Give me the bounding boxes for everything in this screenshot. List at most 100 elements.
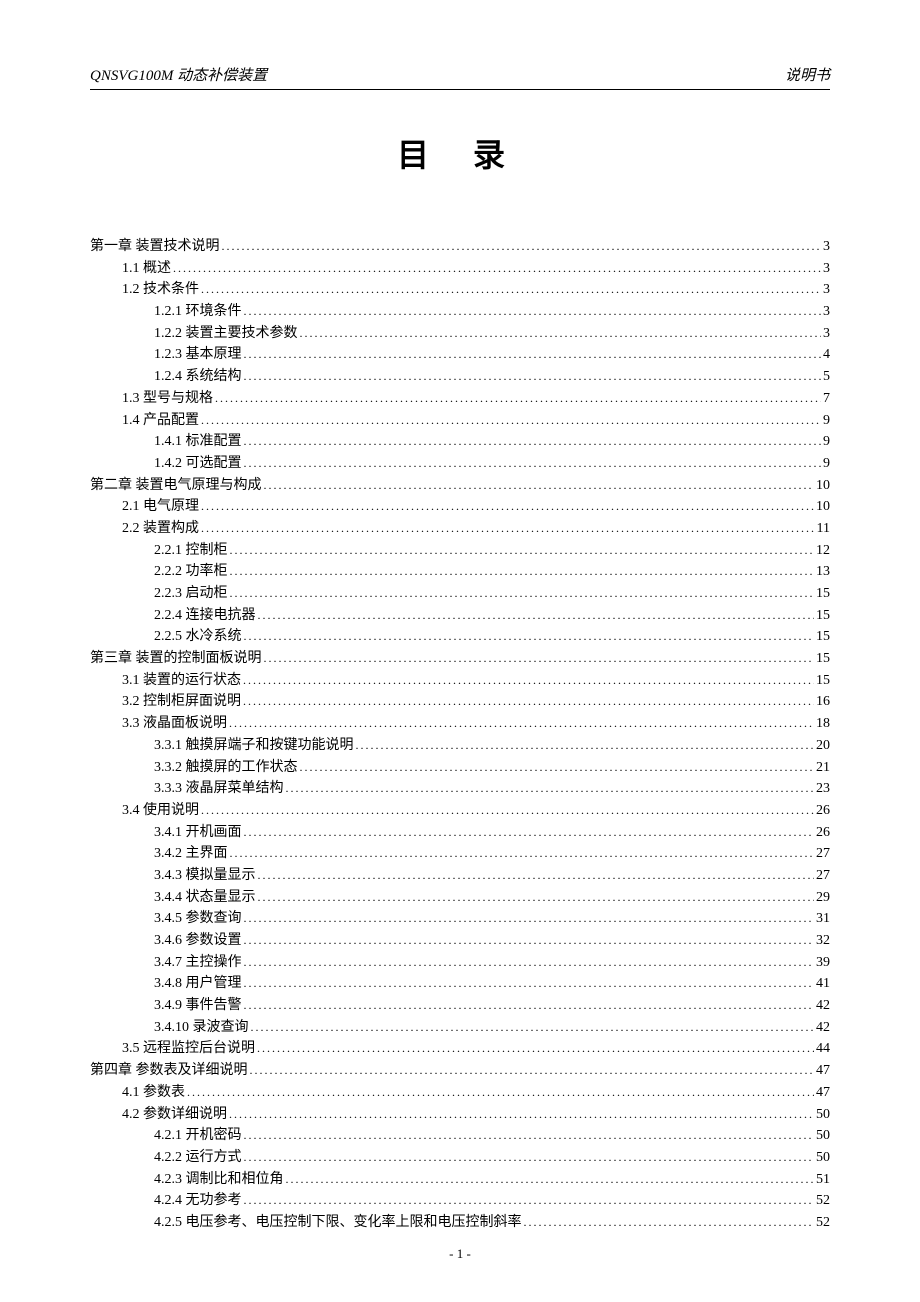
toc-entry[interactable]: 3.4.3 模拟量显示27 bbox=[90, 865, 830, 887]
toc-entry[interactable]: 2.2.2 功率柜13 bbox=[90, 561, 830, 583]
toc-leader bbox=[201, 410, 821, 432]
toc-entry[interactable]: 1.4 产品配置9 bbox=[90, 410, 830, 432]
toc-entry[interactable]: 3.3.1 触摸屏端子和按键功能说明20 bbox=[90, 735, 830, 757]
toc-leader bbox=[356, 735, 815, 757]
toc-entry[interactable]: 1.4.2 可选配置9 bbox=[90, 453, 830, 475]
toc-leader bbox=[244, 626, 815, 648]
toc-page-number: 15 bbox=[816, 583, 830, 605]
toc-entry[interactable]: 4.2.3 调制比和相位角51 bbox=[90, 1169, 830, 1191]
toc-entry[interactable]: 3.4.5 参数查询31 bbox=[90, 908, 830, 930]
toc-page-number: 10 bbox=[816, 496, 830, 518]
toc-page-number: 5 bbox=[823, 366, 830, 388]
toc-entry[interactable]: 2.2.1 控制柜12 bbox=[90, 540, 830, 562]
toc-entry[interactable]: 2.1 电气原理10 bbox=[90, 496, 830, 518]
toc-label: 3.3 液晶面板说明 bbox=[122, 713, 227, 735]
toc-label: 4.2.3 调制比和相位角 bbox=[154, 1169, 284, 1191]
toc-leader bbox=[230, 540, 815, 562]
toc-entry[interactable]: 3.4.7 主控操作39 bbox=[90, 952, 830, 974]
toc-entry[interactable]: 1.2.4 系统结构5 bbox=[90, 366, 830, 388]
toc-entry[interactable]: 2.2 装置构成11 bbox=[90, 518, 830, 540]
toc-entry[interactable]: 2.2.5 水冷系统15 bbox=[90, 626, 830, 648]
toc-label: 3.3.3 液晶屏菜单结构 bbox=[154, 778, 284, 800]
toc-label: 2.2 装置构成 bbox=[122, 518, 199, 540]
toc-entry[interactable]: 3.4.10 录波查询42 bbox=[90, 1017, 830, 1039]
toc-leader bbox=[257, 1038, 814, 1060]
toc-entry[interactable]: 3.4.4 状态量显示 29 bbox=[90, 887, 830, 909]
toc-entry[interactable]: 3.2 控制柜屏面说明16 bbox=[90, 691, 830, 713]
toc-entry[interactable]: 3.3 液晶面板说明18 bbox=[90, 713, 830, 735]
toc-page-number: 9 bbox=[823, 431, 830, 453]
toc-entry[interactable]: 3.4.1 开机画面26 bbox=[90, 822, 830, 844]
toc-leader bbox=[244, 301, 822, 323]
toc-label: 3.4.1 开机画面 bbox=[154, 822, 242, 844]
toc-leader bbox=[243, 670, 814, 692]
toc-label: 第二章 装置电气原理与构成 bbox=[90, 475, 262, 497]
toc-leader bbox=[244, 908, 815, 930]
toc-entry[interactable]: 3.4.8 用户管理41 bbox=[90, 973, 830, 995]
toc-entry[interactable]: 4.2.4 无功参考52 bbox=[90, 1190, 830, 1212]
toc-leader bbox=[250, 1060, 815, 1082]
toc-leader bbox=[222, 236, 822, 258]
toc-label: 1.2 技术条件 bbox=[122, 279, 199, 301]
toc-leader bbox=[243, 691, 814, 713]
page-footer: - 1 - bbox=[0, 1246, 920, 1262]
toc-entry[interactable]: 1.1 概述3 bbox=[90, 258, 830, 280]
toc-leader bbox=[230, 583, 815, 605]
toc-page-number: 50 bbox=[816, 1125, 830, 1147]
toc-page-number: 52 bbox=[816, 1190, 830, 1212]
toc-entry[interactable]: 1.3 型号与规格7 bbox=[90, 388, 830, 410]
toc-leader bbox=[258, 887, 815, 909]
toc-page-number: 29 bbox=[816, 887, 830, 909]
toc-leader bbox=[215, 388, 821, 410]
toc-entry[interactable]: 1.2 技术条件 3 bbox=[90, 279, 830, 301]
toc-label: 3.4.7 主控操作 bbox=[154, 952, 242, 974]
toc-leader bbox=[230, 843, 815, 865]
toc-page-number: 3 bbox=[823, 258, 830, 280]
toc-entry[interactable]: 第四章 参数表及详细说明47 bbox=[90, 1060, 830, 1082]
toc-label: 2.2.3 启动柜 bbox=[154, 583, 228, 605]
toc-entry[interactable]: 2.2.4 连接电抗器15 bbox=[90, 605, 830, 627]
toc-page-number: 3 bbox=[823, 279, 830, 301]
toc-entry[interactable]: 1.2.2 装置主要技术参数 3 bbox=[90, 323, 830, 345]
toc-page-number: 3 bbox=[823, 323, 830, 345]
toc-leader bbox=[244, 952, 815, 974]
toc-label: 1.2.2 装置主要技术参数 bbox=[154, 323, 298, 345]
toc-leader bbox=[524, 1212, 815, 1234]
toc-entry[interactable]: 1.2.1 环境条件3 bbox=[90, 301, 830, 323]
toc-entry[interactable]: 4.2.2 运行方式50 bbox=[90, 1147, 830, 1169]
toc-label: 3.4.4 状态量显示 bbox=[154, 887, 256, 909]
toc-entry[interactable]: 3.3.2 触摸屏的工作状态21 bbox=[90, 757, 830, 779]
toc-entry[interactable]: 第三章 装置的控制面板说明15 bbox=[90, 648, 830, 670]
toc-leader bbox=[264, 475, 815, 497]
toc-entry[interactable]: 第一章 装置技术说明3 bbox=[90, 236, 830, 258]
toc-label: 1.3 型号与规格 bbox=[122, 388, 213, 410]
toc-leader bbox=[244, 344, 822, 366]
toc-entry[interactable]: 2.2.3 启动柜 15 bbox=[90, 583, 830, 605]
toc-leader bbox=[201, 279, 821, 301]
toc-entry[interactable]: 第二章 装置电气原理与构成10 bbox=[90, 475, 830, 497]
toc-label: 3.4.8 用户管理 bbox=[154, 973, 242, 995]
toc-entry[interactable]: 4.2.1 开机密码50 bbox=[90, 1125, 830, 1147]
toc-entry[interactable]: 4.2.5 电压参考、电压控制下限、变化率上限和电压控制斜率52 bbox=[90, 1212, 830, 1234]
toc-page-number: 4 bbox=[823, 344, 830, 366]
toc-entry[interactable]: 3.1 装置的运行状态15 bbox=[90, 670, 830, 692]
toc-leader bbox=[229, 713, 814, 735]
toc-entry[interactable]: 3.4.6 参数设置32 bbox=[90, 930, 830, 952]
toc-page-number: 15 bbox=[816, 605, 830, 627]
toc-leader bbox=[244, 1190, 815, 1212]
toc-entry[interactable]: 4.1 参数表47 bbox=[90, 1082, 830, 1104]
toc-page-number: 15 bbox=[816, 626, 830, 648]
toc-entry[interactable]: 4.2 参数详细说明50 bbox=[90, 1104, 830, 1126]
toc-entry[interactable]: 3.4.9 事件告警42 bbox=[90, 995, 830, 1017]
toc-entry[interactable]: 3.4 使用说明26 bbox=[90, 800, 830, 822]
toc-entry[interactable]: 3.3.3 液晶屏菜单结构23 bbox=[90, 778, 830, 800]
toc-entry[interactable]: 1.2.3 基本原理4 bbox=[90, 344, 830, 366]
toc-entry[interactable]: 1.4.1 标准配置9 bbox=[90, 431, 830, 453]
toc-page-number: 13 bbox=[816, 561, 830, 583]
toc-leader bbox=[251, 1017, 815, 1039]
toc-label: 3.4 使用说明 bbox=[122, 800, 199, 822]
toc-page-number: 44 bbox=[816, 1038, 830, 1060]
toc-entry[interactable]: 3.4.2 主界面27 bbox=[90, 843, 830, 865]
toc-label: 2.2.1 控制柜 bbox=[154, 540, 228, 562]
toc-entry[interactable]: 3.5 远程监控后台说明44 bbox=[90, 1038, 830, 1060]
